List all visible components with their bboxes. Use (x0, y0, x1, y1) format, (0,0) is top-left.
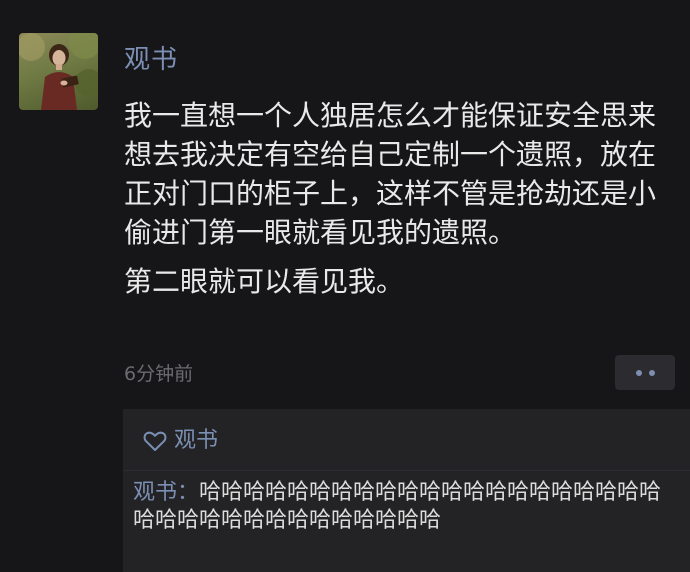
comment-separator: ： (177, 480, 200, 505)
post-paragraph: 我一直想一个人独居怎么才能保证安全思来想去我决定有空给自己定制一个遗照，放在正对… (124, 99, 657, 249)
post-timestamp: 6分钟前 (124, 363, 194, 385)
interaction-panel: 观书 观书：哈哈哈哈哈哈哈哈哈哈哈哈哈哈哈哈哈哈哈哈哈哈哈哈哈哈哈哈哈哈哈哈哈哈… (123, 409, 690, 572)
post-author[interactable]: 观书 (124, 42, 178, 78)
more-dots-icon (635, 369, 642, 376)
divider (123, 470, 690, 471)
heart-outline-icon (143, 431, 167, 451)
likes-row: 观书 (143, 425, 218, 457)
post-paragraph: 第二眼就可以看见我。 (124, 265, 405, 298)
like-user-name[interactable]: 观书 (174, 425, 218, 457)
comment-text: 哈哈哈哈哈哈哈哈哈哈哈哈哈哈哈哈哈哈哈哈哈哈哈哈哈哈哈哈哈哈哈哈哈哈哈 (133, 480, 662, 533)
more-options-button[interactable] (615, 355, 675, 390)
comment-author[interactable]: 观书 (133, 480, 177, 505)
comment-item[interactable]: 观书：哈哈哈哈哈哈哈哈哈哈哈哈哈哈哈哈哈哈哈哈哈哈哈哈哈哈哈哈哈哈哈哈哈哈哈 (133, 479, 681, 535)
post-body: 我一直想一个人独居怎么才能保证安全思来想去我决定有空给自己定制一个遗照，放在正对… (124, 96, 669, 301)
more-dots-icon (648, 369, 655, 376)
avatar[interactable] (19, 33, 98, 110)
